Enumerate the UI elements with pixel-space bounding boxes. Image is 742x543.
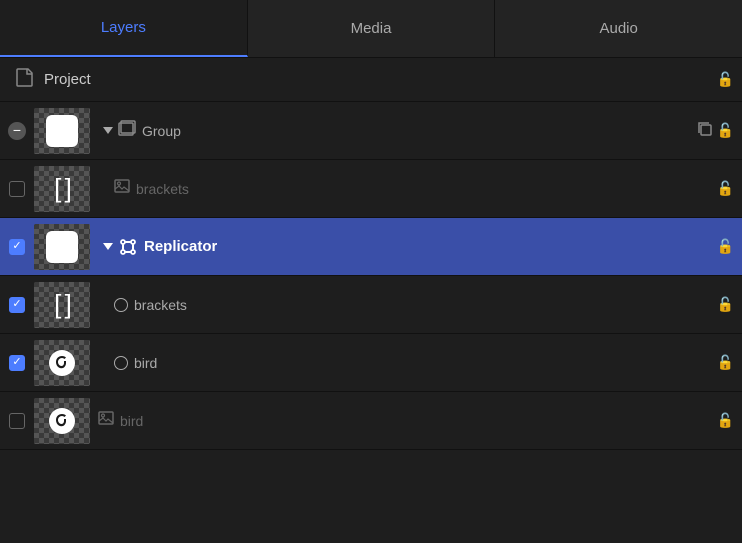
tab-bar: Layers Media Audio [0,0,742,58]
layers-panel: Project 🔓 [0,58,742,543]
project-name: Project [44,71,91,88]
tab-layers[interactable]: Layers [0,0,248,57]
replicator-right-icons: 🔓 [717,238,734,255]
replicator-icon [118,237,138,257]
document-icon [16,67,34,92]
group-disclosure[interactable] [98,127,118,134]
project-row[interactable]: Project 🔓 [0,58,742,102]
brackets2-shape: [ ] [54,289,70,320]
replicator-lock-icon: 🔓 [717,238,734,255]
bird2-shape [46,405,78,437]
brackets2-content: brackets [98,297,717,313]
brackets1-lock-icon: 🔓 [717,180,734,197]
triangle-down-icon [103,127,113,134]
brackets2-right-icons: 🔓 [717,296,734,313]
layer-row-brackets-1[interactable]: [ ] brackets 🔓 [0,160,742,218]
brackets1-checkbox[interactable] [9,181,25,197]
replicator-content: Replicator [98,237,717,257]
bird2-thumbnail [34,398,90,444]
brackets1-content: brackets [98,179,717,198]
brackets2-thumbnail: [ ] [34,282,90,328]
image-placeholder-icon-1 [114,179,130,198]
layer-row-group[interactable]: Group 🔓 [0,102,742,160]
bird1-checkbox-area[interactable] [0,355,34,371]
bird2-name: bird [120,413,143,429]
group-thumbnail [34,108,90,154]
group-right-icons: 🔓 [697,121,734,140]
bird2-content: bird [98,411,717,430]
project-lock-icon: 🔓 [717,71,734,88]
replicator-thumbnail [34,224,90,270]
minus-button[interactable] [8,122,26,140]
bird2-lock-icon: 🔓 [717,412,734,429]
minus-button-area[interactable] [0,122,34,140]
copy-icon [697,121,713,140]
bird1-checkbox[interactable] [9,355,25,371]
replicator-name: Replicator [144,238,217,255]
brackets1-name: brackets [136,181,189,197]
layer-row-bird-1[interactable]: bird 🔓 [0,334,742,392]
group-name: Group [142,123,181,139]
replicator-disclosure[interactable] [98,243,118,250]
replicator-checkbox[interactable] [9,239,25,255]
layer-row-replicator[interactable]: Replicator 🔓 [0,218,742,276]
brackets2-name: brackets [134,297,187,313]
bird1-content: bird [98,355,717,371]
brackets1-shape: [ ] [54,173,70,204]
brackets1-right-icons: 🔓 [717,180,734,197]
tab-media[interactable]: Media [248,0,496,57]
group-content: Group [98,120,697,141]
group-shape [46,115,78,147]
bird2-right-icons: 🔓 [717,412,734,429]
replicator-checkbox-area[interactable] [0,239,34,255]
bird2-checkbox-area[interactable] [0,413,34,429]
group-lock-icon: 🔓 [717,122,734,139]
replicator-shape [46,231,78,263]
project-right-icons: 🔓 [717,71,734,88]
layer-row-brackets-2[interactable]: [ ] brackets 🔓 [0,276,742,334]
brackets1-checkbox-area[interactable] [0,181,34,197]
layer-row-bird-2[interactable]: bird 🔓 [0,392,742,450]
image-placeholder-icon-2 [98,411,114,430]
circle-icon-brackets2 [114,298,128,312]
group-icon [118,120,136,141]
triangle-down-white-icon [103,243,113,250]
bird1-thumbnail [34,340,90,386]
brackets2-checkbox-area[interactable] [0,297,34,313]
bird1-lock-icon: 🔓 [717,354,734,371]
bird1-right-icons: 🔓 [717,354,734,371]
brackets2-checkbox[interactable] [9,297,25,313]
brackets1-thumbnail: [ ] [34,166,90,212]
circle-icon-bird1 [114,356,128,370]
bird1-shape [46,347,78,379]
brackets2-lock-icon: 🔓 [717,296,734,313]
bird1-name: bird [134,355,157,371]
bird2-checkbox[interactable] [9,413,25,429]
tab-audio[interactable]: Audio [495,0,742,57]
